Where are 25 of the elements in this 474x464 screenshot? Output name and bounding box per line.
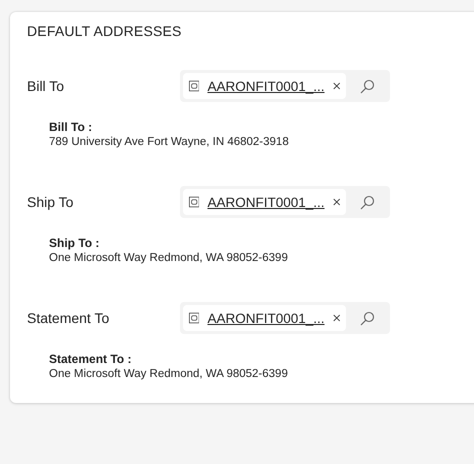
close-icon[interactable] — [332, 197, 340, 207]
lookup-field[interactable]: AARONFIT0001_... — [180, 186, 390, 218]
record-link[interactable]: AARONFIT0001_... — [207, 194, 325, 210]
search-icon[interactable] — [360, 78, 375, 94]
field-label: Ship To — [27, 194, 74, 210]
search-icon[interactable] — [360, 194, 375, 210]
field-label: Statement To — [27, 310, 110, 326]
record-link[interactable]: AARONFIT0001_... — [207, 310, 325, 326]
record-icon — [189, 79, 200, 93]
record-link[interactable]: AARONFIT0001_... — [207, 78, 325, 94]
record-icon — [189, 195, 200, 209]
close-icon[interactable] — [332, 313, 340, 323]
lookup-field[interactable]: AARONFIT0001_... — [180, 302, 390, 334]
address-heading: Statement To : — [49, 352, 132, 366]
address-heading: Bill To : — [49, 120, 94, 134]
record-icon — [189, 311, 200, 325]
address-text: One Microsoft Way Redmond, WA 98052-6399 — [49, 252, 289, 264]
lookup-field[interactable]: AARONFIT0001_... — [180, 70, 390, 102]
close-icon[interactable] — [332, 81, 340, 91]
search-icon[interactable] — [360, 310, 375, 326]
field-label: Bill To — [27, 78, 66, 94]
address-heading: Ship To : — [49, 236, 100, 250]
section-title: DEFAULT ADDRESSES — [27, 24, 183, 38]
address-text: 789 University Ave Fort Wayne, IN 46802-3918 — [49, 136, 290, 148]
address-text: One Microsoft Way Redmond, WA 98052-6399 — [49, 368, 289, 380]
